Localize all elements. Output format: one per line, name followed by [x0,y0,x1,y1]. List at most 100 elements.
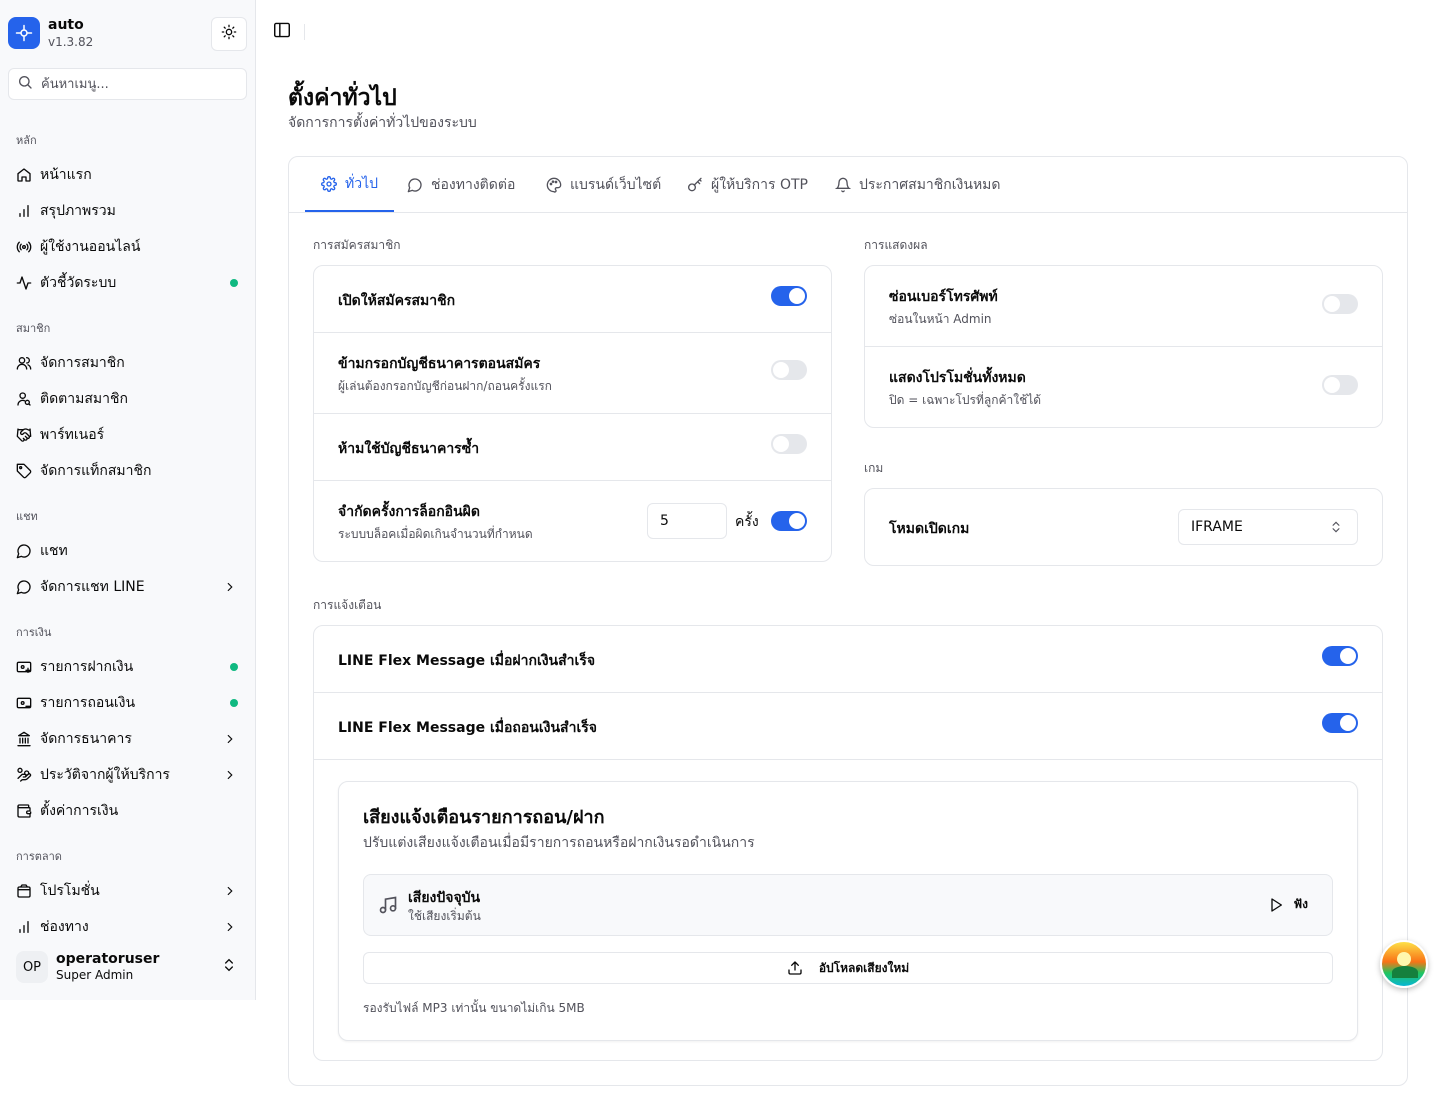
setting-description: ปิด = เฉพาะโปรที่ลูกค้าใช้ได้ [889,393,1042,407]
sidebar-item-manage-members[interactable]: จัดการสมาชิก [8,347,247,379]
sidebar-item-chat[interactable]: แชท [8,535,247,567]
search-icon [17,74,33,94]
sidebar-item-banks[interactable]: จัดการธนาคาร [8,723,247,755]
sidebar-item-online-users[interactable]: ผู้ใช้งานออนไลน์ [8,231,247,263]
user-menu[interactable]: OP operatoruser Super Admin [8,944,247,990]
sidebar-item-line-chat[interactable]: จัดการแชท LINE [8,571,247,603]
tab-label: ประกาศสมาชิกเงินหมด [859,176,1001,193]
display-settings: ซ่อนเบอร์โทรศัพท์ ซ่อนในหน้า Admin แสดงโ… [864,265,1383,428]
game-mode-title: โหมดเปิดเกม [889,521,970,537]
sidebar-item-home[interactable]: หน้าแรก [8,159,247,191]
notification-sound-card: เสียงแจ้งเตือนรายการถอน/ฝาก ปรับแต่งเสีย… [338,781,1358,1041]
show-all-promotions-switch[interactable] [1322,375,1358,395]
wallet-cards-icon [16,883,32,899]
sidebar-item-label: ช่องทาง [40,919,89,935]
login-limit-switch[interactable] [771,511,807,531]
skip-bank-account-switch[interactable] [771,360,807,380]
sidebar-item-partners[interactable]: พาร์ทเนอร์ [8,419,247,451]
sun-icon [221,24,237,44]
sidebar-item-system-metrics[interactable]: ตัวชี้วัดระบบ [8,267,247,299]
current-sound-title: เสียงปัจจุบัน [408,890,481,906]
radio-icon [16,239,32,255]
tab-low-balance-announcement[interactable]: ประกาศสมาชิกเงินหมด [819,157,1017,212]
bank-icon [16,731,32,747]
setting-title: LINE Flex Message เมื่อฝากเงินสำเร็จ [338,653,596,669]
tag-icon [16,463,32,479]
topbar-separator [304,24,305,40]
setting-title: ข้ามกรอกบัญชีธนาคารตอนสมัคร [338,356,541,372]
game-mode-select[interactable]: IFRAME [1178,509,1358,545]
sidebar-item-label: จัดการธนาคาร [40,731,132,747]
user-search-icon [16,391,32,407]
upload-note: รองรับไฟล์ MP3 เท่านั้น ขนาดไม่เกิน 5MB [363,1001,585,1015]
listen-label: ฟัง [1293,897,1308,911]
page-subtitle: จัดการการตั้งค่าทั่วไปของระบบ [288,115,477,131]
sidebar-item-deposits[interactable]: รายการฝากเงิน [8,651,247,683]
brand-name: auto [48,17,84,33]
sidebar-item-label: โปรโมชั่น [40,883,100,899]
panel-left-icon [273,22,291,42]
online-status-dot [230,279,238,287]
tab-general[interactable]: ทั่วไป [305,157,395,212]
user-role: Super Admin [56,968,134,982]
user-name: operatoruser [56,951,160,967]
withdraw-flex-switch[interactable] [1322,713,1358,733]
setting-title: ซ่อนเบอร์โทรศัพท์ [889,289,998,305]
sidebar-item-promotions[interactable]: โปรโมชั่น [8,875,247,907]
setting-description: ซ่อนในหน้า Admin [889,312,992,326]
floating-island-icon[interactable] [1380,940,1428,988]
sound-card-title: เสียงแจ้งเตือนรายการถอน/ฝาก [363,807,605,828]
registration-section-label: การสมัครสมาชิก [313,238,401,252]
setting-description: ระบบบล็อคเมื่อผิดเกินจำนวนที่กำหนด [338,527,533,541]
users-icon [16,355,32,371]
setting-show-all-promotions: แสดงโปรโมชั่นทั้งหมด ปิด = เฉพาะโปรที่ลู… [865,347,1382,428]
music-icon [378,895,398,919]
no-duplicate-bank-switch[interactable] [771,434,807,454]
tab-label: ช่องทางติดต่อ [431,176,516,193]
sidebar-item-label: รายการถอนเงิน [40,695,136,711]
nav-group-members-label: สมาชิก [16,322,51,335]
deposit-flex-switch[interactable] [1322,646,1358,666]
hide-phone-switch[interactable] [1322,294,1358,314]
open-registration-switch[interactable] [771,286,807,306]
sidebar-item-channels[interactable]: ช่องทาง [8,911,247,943]
message-circle-icon [16,543,32,559]
upload-sound-button[interactable]: อัปโหลดเสียงใหม่ [363,952,1333,984]
setting-title: ห้ามใช้บัญชีธนาคารซ้ำ [338,441,480,457]
sidebar-item-track-members[interactable]: ติดตามสมาชิก [8,383,247,415]
setting-title: LINE Flex Message เมื่อถอนเงินสำเร็จ [338,720,597,736]
tab-contact-channels[interactable]: ช่องทางติดต่อ [391,157,531,212]
sidebar-item-label: จัดการแชท LINE [40,579,145,595]
sidebar-item-finance-settings[interactable]: ตั้งค่าการเงิน [8,795,247,827]
tab-otp-provider[interactable]: ผู้ให้บริการ OTP [671,157,824,212]
chevron-right-icon [223,920,237,934]
listen-button[interactable]: ฟัง [1268,895,1308,914]
chevron-right-icon [223,884,237,898]
sidebar-item-overview[interactable]: สรุปภาพรวม [8,195,247,227]
search-input[interactable] [41,76,231,92]
tab-label: ผู้ให้บริการ OTP [711,176,808,193]
online-status-dot [230,699,238,707]
sidebar-item-label: ประวัติจากผู้ให้บริการ [40,767,170,783]
sidebar-item-withdrawals[interactable]: รายการถอนเงิน [8,687,247,719]
menu-search[interactable] [8,68,247,100]
login-limit-input[interactable] [647,503,727,539]
sidebar-item-member-tags[interactable]: จัดการแท็กสมาชิก [8,455,247,487]
gear-icon [321,175,337,192]
sound-card-subtitle: ปรับแต่งเสียงแจ้งเตือนเมื่อมีรายการถอนหร… [363,835,755,851]
sidebar-toggle-button[interactable] [272,22,292,42]
tab-label: แบรนด์เว็บไซต์ [570,176,662,193]
sidebar-item-label: จัดการสมาชิก [40,355,125,371]
bell-icon [835,177,851,193]
theme-toggle-button[interactable] [211,17,247,51]
sidebar-item-label: สรุปภาพรวม [40,203,116,219]
nav-group-finance-label: การเงิน [16,626,52,639]
setting-title: จำกัดครั้งการล็อกอินผิด [338,504,480,520]
sidebar-item-provider-history[interactable]: ประวัติจากผู้ให้บริการ [8,759,247,791]
chevrons-up-down-icon [1329,520,1343,538]
brand[interactable]: auto v1.3.82 [8,16,93,50]
handshake-icon [16,427,32,443]
brand-logo-icon [8,17,40,49]
tab-website-brand[interactable]: แบรนด์เว็บไซต์ [530,157,677,212]
sidebar-item-label: พาร์ทเนอร์ [40,427,105,443]
